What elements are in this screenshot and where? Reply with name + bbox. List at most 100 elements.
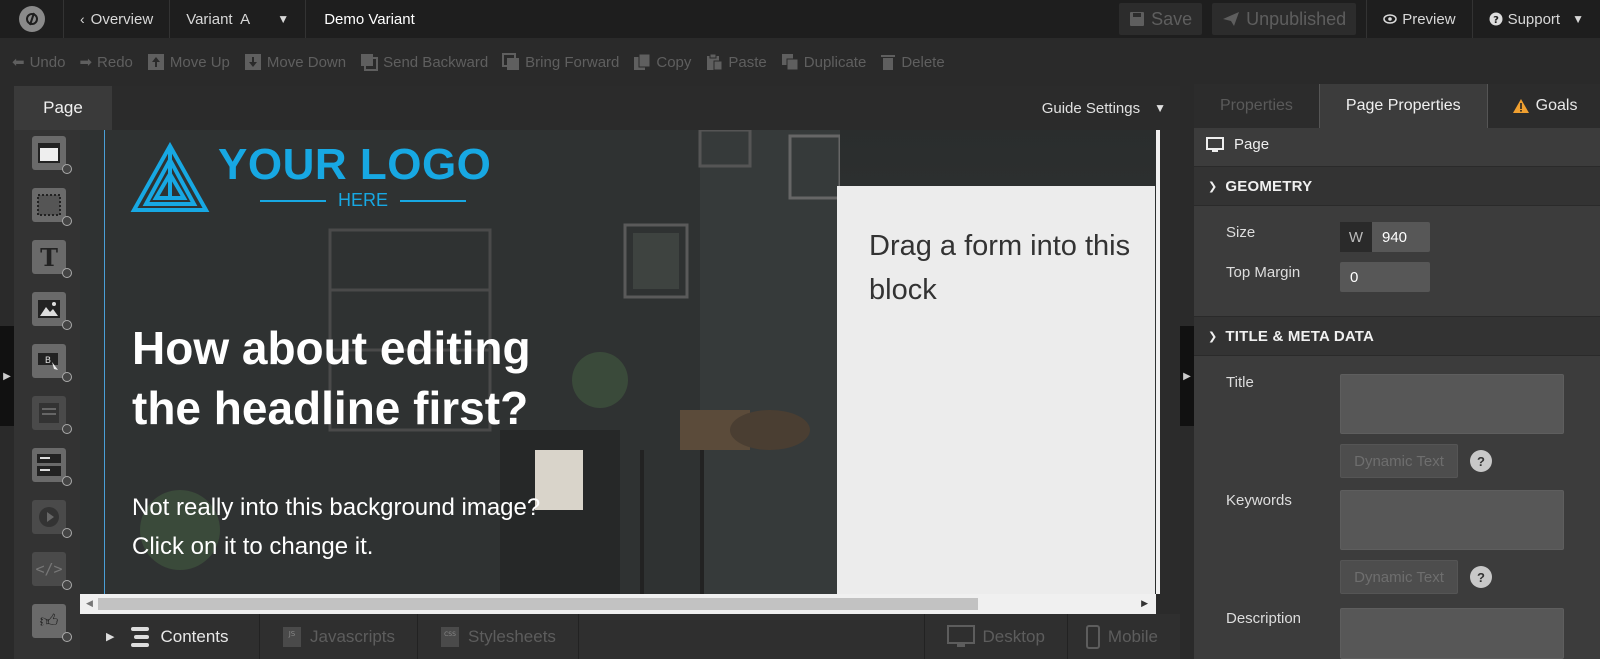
unbounce-logo-icon: [18, 6, 45, 32]
caret-right-icon: ▶: [106, 631, 115, 643]
title-textarea[interactable]: [1340, 374, 1564, 434]
add-badge-icon: [62, 424, 72, 434]
bring-forward-icon: [502, 53, 520, 70]
button-widget-button[interactable]: B: [32, 344, 72, 382]
move-down-button[interactable]: Move Down: [244, 53, 346, 71]
keywords-help-icon[interactable]: ?: [1470, 566, 1492, 588]
properties-tabs: Properties Page Properties Goals: [1194, 84, 1600, 128]
top-margin-input[interactable]: 0: [1340, 262, 1430, 292]
mobile-view-button[interactable]: Mobile: [1068, 614, 1180, 659]
title-label: Title: [1226, 374, 1254, 391]
image-widget-button[interactable]: [32, 292, 72, 330]
save-button[interactable]: Save: [1119, 3, 1203, 35]
guide-settings-label: Guide Settings: [1041, 99, 1141, 117]
overview-link[interactable]: ‹ Overview: [64, 0, 171, 38]
logo-wordmark: YOUR LOGO HERE: [218, 142, 491, 211]
custom-html-widget-button[interactable]: </>: [32, 552, 72, 590]
video-widget-button[interactable]: [32, 500, 72, 538]
box-widget-button[interactable]: [32, 188, 72, 226]
width-input[interactable]: W 940: [1340, 222, 1430, 252]
desktop-icon: [946, 624, 975, 647]
bottom-bar-spacer: [579, 614, 925, 659]
help-circle-icon: ?: [1489, 12, 1503, 26]
logo-rule: [400, 199, 467, 202]
meta-section-toggle[interactable]: ❯ TITLE & META DATA: [1194, 316, 1600, 356]
guide-line[interactable]: [104, 130, 105, 594]
vertical-scrollbar[interactable]: ▲ ▼: [1156, 130, 1160, 594]
bring-forward-button[interactable]: Bring Forward: [502, 53, 619, 71]
collapse-left-handle[interactable]: ▶: [0, 326, 14, 426]
collapse-right-handle[interactable]: ▶: [1180, 326, 1194, 426]
guide-settings-dropdown[interactable]: Guide Settings ▼: [1042, 86, 1166, 130]
duplicate-label: Duplicate: [803, 53, 867, 71]
chevron-down-icon: ❯: [1208, 180, 1218, 193]
contents-toggle[interactable]: ▶ Contents: [80, 614, 260, 659]
paste-button[interactable]: Paste: [705, 53, 767, 71]
logo-sub: HERE: [248, 190, 491, 211]
section-widget-button[interactable]: [32, 136, 72, 174]
tab-properties[interactable]: Properties: [1194, 84, 1319, 128]
edit-toolbar: ⬅ Undo ➡ Redo Move Up Move Down Send Bac…: [0, 42, 1600, 82]
keywords-textarea[interactable]: [1340, 490, 1564, 550]
caret-right-icon: ▶: [1183, 370, 1191, 382]
variant-title[interactable]: Demo Variant: [306, 0, 431, 38]
desktop-view-button[interactable]: Desktop: [925, 614, 1068, 659]
undo-button[interactable]: ⬅ Undo: [12, 53, 65, 72]
layers-icon: [131, 626, 150, 647]
form-widget-button[interactable]: [32, 396, 72, 434]
form-icon: [39, 403, 59, 423]
app-logo[interactable]: [0, 0, 64, 38]
duplicate-button[interactable]: Duplicate: [781, 53, 867, 71]
caret-right-icon: ▶: [3, 370, 11, 382]
form-drop-block[interactable]: Drag a form into this block: [837, 186, 1155, 594]
page-tab[interactable]: Page: [14, 86, 112, 130]
add-badge-icon: [62, 528, 72, 538]
scroll-left-icon[interactable]: ◀: [86, 598, 93, 609]
stylesheets-tab[interactable]: CSS Stylesheets: [418, 614, 579, 659]
caret-down-icon: ▼: [277, 12, 290, 26]
title-help-icon[interactable]: ?: [1470, 450, 1492, 472]
page-header-label: Page: [1234, 136, 1270, 153]
tab-goals[interactable]: Goals: [1488, 84, 1600, 128]
headline-text[interactable]: How about editing the headline first?: [132, 318, 612, 438]
thumbs-up-icon: 👍︎: [39, 611, 59, 631]
send-backward-label: Send Backward: [383, 53, 489, 71]
warning-icon: [1512, 99, 1529, 113]
variant-selector[interactable]: Variant A ▼: [170, 0, 307, 38]
text-widget-button[interactable]: T: [32, 240, 72, 278]
delete-button[interactable]: Delete: [880, 53, 945, 71]
description-textarea[interactable]: [1340, 608, 1564, 659]
javascripts-tab[interactable]: JS Javascripts: [260, 614, 419, 659]
horizontal-scrollbar[interactable]: ◀ ▶: [80, 594, 1156, 614]
top-bar: ‹ Overview Variant A ▼ Demo Variant Save…: [0, 0, 1600, 38]
keywords-dynamic-text-button[interactable]: Dynamic Text: [1340, 560, 1458, 594]
logo-image[interactable]: YOUR LOGO HERE: [130, 142, 491, 214]
move-up-button[interactable]: Move Up: [147, 53, 230, 71]
properties-panel: Properties Page Properties Goals Page ❯ …: [1194, 84, 1600, 659]
redo-button[interactable]: ➡ Redo: [79, 53, 132, 72]
scroll-right-icon[interactable]: ▶: [1141, 598, 1148, 609]
unpublished-button[interactable]: Unpublished: [1212, 3, 1357, 35]
page-canvas[interactable]: YOUR LOGO HERE How about editing the hea…: [80, 130, 1160, 594]
code-icon: </>: [35, 560, 63, 578]
top-margin-value: 0: [1350, 268, 1359, 286]
preview-button[interactable]: Preview: [1366, 0, 1471, 38]
logo-rule: [260, 199, 326, 202]
social-widget-button[interactable]: 👍︎: [32, 604, 72, 642]
move-down-icon: [244, 54, 261, 70]
unpublished-label: Unpublished: [1246, 8, 1347, 29]
geometry-section-toggle[interactable]: ❯ GEOMETRY: [1194, 166, 1600, 206]
title-dynamic-text-button[interactable]: Dynamic Text: [1340, 444, 1458, 478]
svg-text:B: B: [45, 356, 51, 366]
css-file-icon: CSS: [441, 626, 460, 647]
copy-button[interactable]: Copy: [633, 53, 691, 71]
subheadline-text[interactable]: Not really into this background image? C…: [132, 488, 552, 566]
layout-widget-button[interactable]: [32, 448, 72, 486]
send-backward-button[interactable]: Send Backward: [360, 53, 488, 71]
horizontal-scroll-thumb[interactable]: [98, 598, 978, 610]
description-label: Description: [1226, 610, 1302, 627]
support-menu[interactable]: ? Support ▼: [1471, 0, 1600, 38]
add-badge-icon: [62, 476, 72, 486]
tab-page-properties[interactable]: Page Properties: [1318, 84, 1488, 128]
overview-label: Overview: [90, 10, 154, 28]
